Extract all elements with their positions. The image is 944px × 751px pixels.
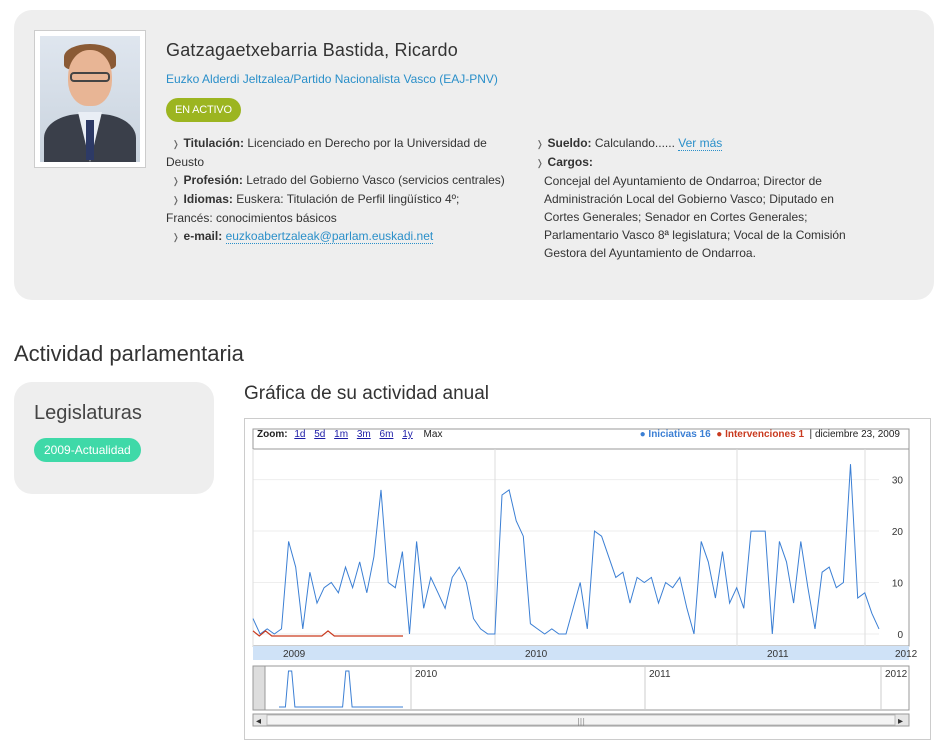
profile-photo [34,30,146,168]
legislaturas-card: Legislaturas 2009-Actualidad [14,382,214,494]
overview-left-handle [252,665,266,711]
bullet-icon: ❭ [172,195,180,205]
cargos-line: Cortes Generales; Senador en Cortes Gene… [544,210,808,224]
legend-date: diciembre 23, 2009 [814,429,900,440]
zoom-1d[interactable]: 1d [294,429,305,440]
chart-legend: ● Iniciativas 16 ● Intervenciones 1 | di… [640,429,900,440]
x-tick-label: 2012 [895,649,918,660]
details-left: ❭ Titulación: Licenciado en Derecho por l… [166,134,506,246]
zoom-1y[interactable]: 1y [402,429,413,440]
bullet-icon: ❭ [536,158,544,168]
sueldo-item: ❭ Sueldo: Calculando...... Ver más [536,136,723,151]
overview-tick-label: 2012 [885,669,908,680]
chart-canvas: 30201002009 2010 2011 20122010 2011 2012◂ ▸||| [252,428,918,727]
ver-mas-link[interactable]: Ver más [678,136,723,151]
plot-border [252,428,910,647]
legislaturas-title: Legislaturas [34,402,142,424]
bullet-icon: ❭ [536,139,544,149]
x-tick-label: 2010 [525,649,548,660]
titulacion-item: ❭ Titulación: Licenciado en Derecho por l… [172,136,487,150]
section-title: Actividad parlamentaria [14,341,244,366]
zoom-max[interactable]: Max [424,429,443,440]
legend-iniciativas: ● Iniciativas 16 [639,429,711,440]
scroll-left-icon: ◂ [256,716,261,727]
bullet-icon: ❭ [172,232,180,242]
y-tick-label: 0 [897,630,903,641]
email-item: ❭ e-mail: euzkoabertzaleak@parlam.euskadi… [172,229,434,244]
email-link[interactable]: euzkoabertzaleak@parlam.euskadi.net [225,229,434,244]
profile-card: Gatzagaetxebarria Bastida, Ricardo Euzko… [14,10,934,300]
zoom-6m[interactable]: 6m [380,429,394,440]
status-badge: EN ACTIVO [166,98,241,122]
party-link[interactable]: Euzko Alderdi Jeltzalea/Partido Nacional… [166,72,498,86]
cargos-item: ❭ Cargos: [536,155,593,169]
chart-title: Gráfica de su actividad anual [244,383,490,404]
overview-tick-label: 2011 [649,669,671,680]
scroll-right-icon: ▸ [898,716,903,727]
zoom-5d[interactable]: 5d [314,429,325,440]
y-tick-label: 30 [892,476,904,487]
time-band [253,646,909,660]
zoom-controls: Zoom: 1d 5d 1m 3m 6m 1y Max [257,429,442,440]
bullet-icon: ❭ [172,176,180,186]
idiomas-cont: Francés: conocimientos básicos [166,211,337,225]
cargos-line: Concejal del Ayuntamiento de Ondarroa; D… [544,174,822,188]
zoom-3m[interactable]: 3m [357,429,371,440]
activity-chart: 30 20 10 0 2009 2010 2011 2012 2010 2011 2012 ◂ ▸ |||… [244,418,931,740]
overview-frame [264,665,910,711]
cargos-line: Administración Local del Gobierno Vasco;… [544,192,834,206]
deputy-name: Gatzagaetxebarria Bastida, Ricardo [166,40,458,60]
legend-intervenciones: ● Intervenciones 1 [713,429,804,440]
overview-tick-label: 2010 [415,669,438,680]
legislatura-badge[interactable]: 2009-Actualidad [34,438,141,462]
details-right: ❭ Sueldo: Calculando...... Ver más ❭ Cargo… [530,134,850,262]
idiomas-item: ❭ Idiomas: Euskera: Titulación de Perfil … [172,192,460,206]
zoom-label: Zoom: [257,429,288,440]
portrait-image [40,36,140,162]
y-tick-label: 20 [892,527,904,538]
profesion-item: ❭ Profesión: Letrado del Gobierno Vasco (… [172,173,505,187]
x-tick-label: 2009 [283,649,306,660]
cargos-line: Gestora del Ayuntamiento de Ondarroa. [544,246,756,260]
bullet-icon: ❭ [172,139,180,149]
zoom-1m[interactable]: 1m [334,429,348,440]
cargos-line: Parlamentario Vasco 8ª legislatura; Voca… [544,228,846,242]
x-tick-label: 2011 [767,649,789,660]
y-tick-label: 10 [892,579,904,590]
scroll-grip-icon: ||| [577,717,585,726]
titulacion-cont: Deusto [166,155,205,169]
legend-sep: | [806,429,815,440]
